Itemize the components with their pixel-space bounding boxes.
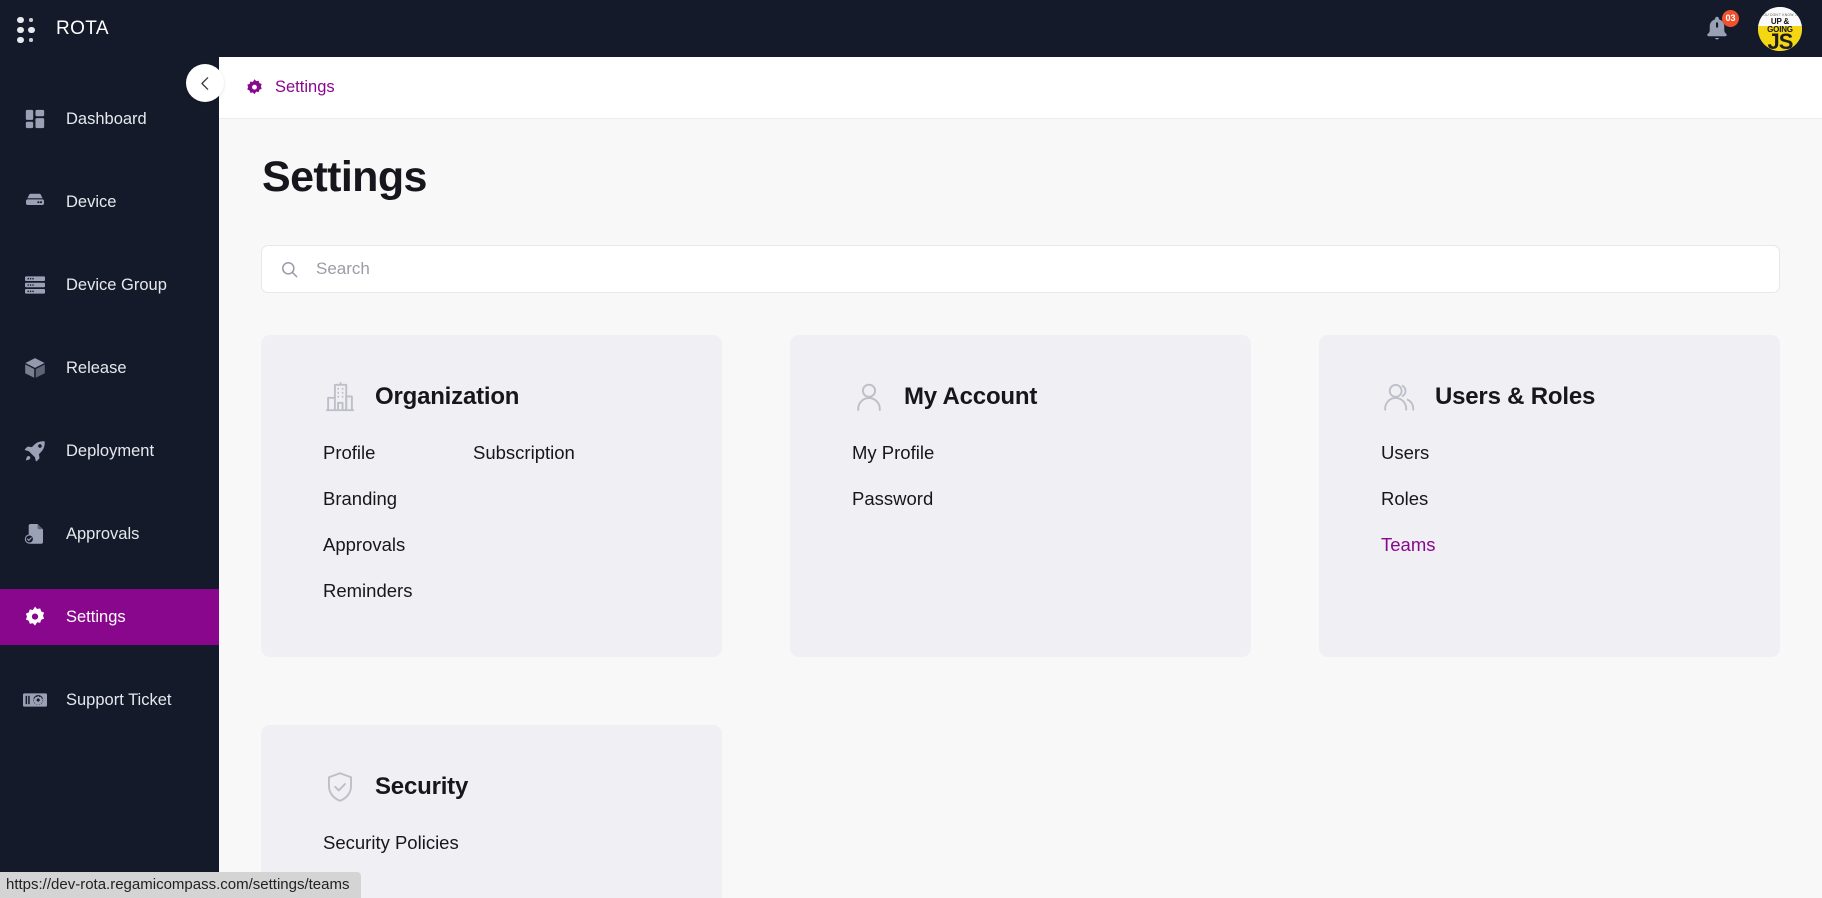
grid-spacer — [1002, 442, 1251, 464]
card-title: My Account — [904, 383, 1038, 410]
card-header: Security — [323, 770, 722, 804]
six-dots-logo-icon — [16, 14, 38, 44]
app-root: ROTA 03 YOU DON'T KNOW JS UP &GOING JS — [0, 0, 1822, 898]
status-bar-url: https://dev-rota.regamicompass.com/setti… — [0, 872, 362, 898]
sidebar-item-device-group[interactable]: Device Group — [0, 257, 219, 313]
breadcrumb-label[interactable]: Settings — [275, 78, 335, 97]
card-links: Security Policies — [323, 832, 722, 854]
sidebar-item-label: Device Group — [66, 275, 167, 294]
card-link-security-policies[interactable]: Security Policies — [323, 832, 459, 854]
sidebar-collapse-button[interactable] — [186, 64, 224, 102]
card-header: My Account — [852, 380, 1251, 414]
sidebar-item-settings[interactable]: Settings — [0, 589, 219, 645]
card-title: Organization — [375, 383, 520, 410]
people-icon — [1381, 380, 1417, 414]
card-link-my-profile[interactable]: My Profile — [852, 442, 934, 464]
card-link-approvals[interactable]: Approvals — [323, 534, 405, 556]
brand-name: ROTA — [56, 17, 109, 39]
settings-cards-grid: Organization Profile Subscription Brandi… — [255, 335, 1786, 898]
card-header: Users & Roles — [1381, 380, 1780, 414]
card-links: Users Roles Teams — [1381, 442, 1780, 556]
building-icon — [323, 380, 357, 414]
avatar[interactable]: YOU DON'T KNOW JS UP & GOING JS — [1758, 6, 1802, 51]
top-bar: ROTA 03 YOU DON'T KNOW JS UP & GOING JS — [0, 0, 1822, 57]
settings-card-organization: Organization Profile Subscription Brandi… — [261, 335, 722, 657]
card-links: My Profile Password — [852, 442, 1251, 510]
card-link-branding[interactable]: Branding — [323, 488, 397, 510]
grid-spacer — [1531, 534, 1780, 556]
grid-spacer — [473, 832, 722, 854]
device-icon — [22, 189, 48, 215]
sidebar-item-deployment[interactable]: Deployment — [0, 423, 219, 479]
sidebar-item-label: Device — [66, 192, 117, 211]
card-title: Users & Roles — [1435, 383, 1596, 410]
card-link-profile[interactable]: Profile — [323, 442, 375, 464]
grid-spacer — [473, 580, 722, 602]
card-link-subscription[interactable]: Subscription — [473, 442, 575, 464]
sidebar-item-label: Deployment — [66, 441, 155, 460]
sidebar-item-support-ticket[interactable]: Support Ticket — [0, 672, 219, 728]
card-header: Organization — [323, 380, 722, 414]
main-content: Settings Settings Search Organization Pr… — [219, 57, 1822, 898]
sidebar-item-label: Settings — [66, 607, 126, 626]
gear-icon — [22, 604, 48, 630]
sidebar-item-device[interactable]: Device — [0, 174, 219, 230]
top-bar-actions: 03 YOU DON'T KNOW JS UP & GOING JS — [1702, 6, 1802, 51]
settings-card-users-roles: Users & Roles Users Roles Teams — [1319, 335, 1780, 657]
sidebar-item-dashboard[interactable]: Dashboard — [0, 91, 219, 147]
search-input[interactable] — [316, 259, 1761, 279]
notification-bell-button[interactable]: 03 — [1702, 9, 1739, 45]
device-group-icon — [22, 272, 48, 298]
sidebar-item-label: Release — [66, 358, 127, 377]
avatar-js-text: JS — [1767, 28, 1794, 51]
card-link-password[interactable]: Password — [852, 488, 933, 510]
search-icon — [282, 261, 298, 277]
dashboard-grid-icon — [22, 106, 48, 132]
grid-spacer — [473, 534, 722, 556]
grid-spacer — [473, 488, 722, 510]
card-link-reminders[interactable]: Reminders — [323, 580, 412, 602]
card-link-roles[interactable]: Roles — [1381, 488, 1428, 510]
ticket-icon — [22, 687, 48, 713]
release-box-icon — [22, 355, 48, 381]
card-title: Security — [375, 773, 469, 800]
sidebar-item-label: Support Ticket — [66, 690, 172, 709]
settings-page: Settings Search Organization Profile Sub… — [219, 119, 1822, 898]
sidebar-item-approvals[interactable]: Approvals — [0, 506, 219, 562]
search-bar[interactable] — [261, 245, 1780, 293]
sidebar-item-label: Approvals — [66, 524, 140, 543]
brand[interactable]: ROTA — [16, 14, 109, 44]
rocket-icon — [22, 438, 48, 464]
grid-spacer — [1531, 442, 1780, 464]
body: Dashboard Device Device Group Release De… — [0, 57, 1822, 898]
person-icon — [852, 380, 886, 414]
notification-count-badge: 03 — [1722, 9, 1739, 27]
card-link-teams[interactable]: Teams — [1381, 534, 1436, 556]
chevron-left-icon — [200, 76, 208, 90]
page-title: Settings — [262, 153, 427, 201]
sidebar-item-label: Dashboard — [66, 109, 147, 128]
card-links: Profile Subscription Branding Approvals … — [323, 442, 722, 602]
settings-card-my-account: My Account My Profile Password — [790, 335, 1251, 657]
sidebar-item-release[interactable]: Release — [0, 340, 219, 396]
sidebar: Dashboard Device Device Group Release De… — [0, 57, 219, 898]
card-link-users[interactable]: Users — [1381, 442, 1429, 464]
grid-spacer — [1531, 488, 1780, 510]
grid-spacer — [1002, 488, 1251, 510]
breadcrumb: Settings — [219, 57, 1822, 119]
gear-icon — [245, 78, 264, 97]
shield-check-icon — [323, 770, 357, 804]
approvals-doc-icon — [22, 521, 48, 547]
